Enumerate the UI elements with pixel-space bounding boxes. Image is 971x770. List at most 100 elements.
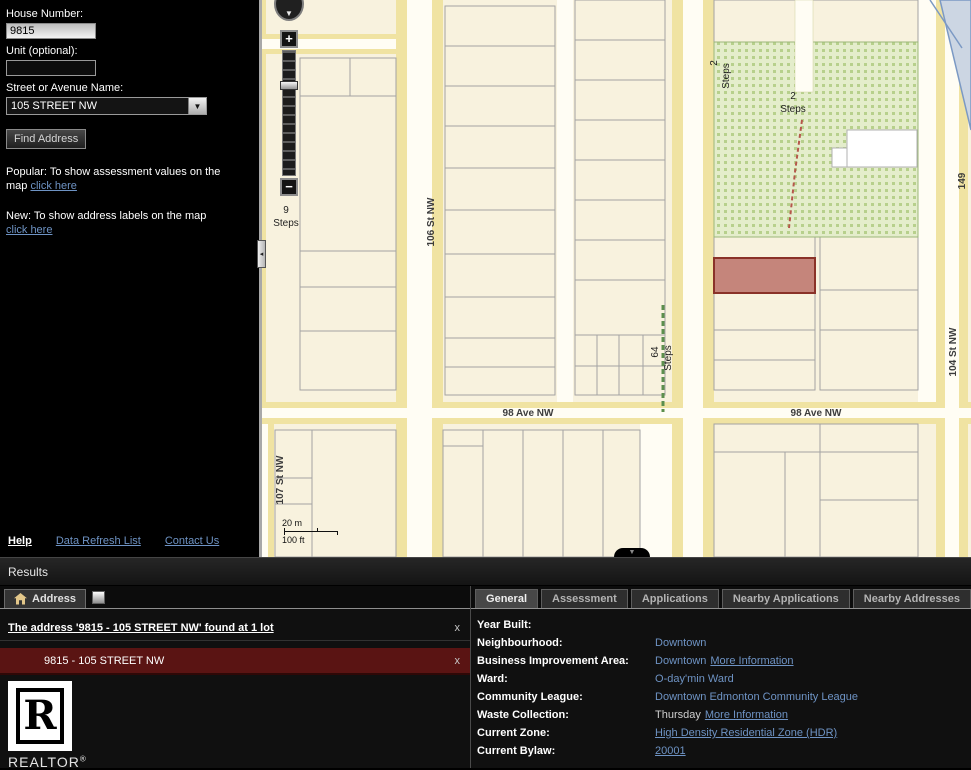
steps-label-64-word: Steps — [663, 345, 674, 371]
found-message: The address '9815 - 105 STREET NW' found… — [8, 622, 274, 634]
top-section: House Number: Unit (optional): Street or… — [0, 0, 971, 557]
address-result-text: 9815 - 105 STREET NW — [44, 655, 164, 667]
registered-mark: ® — [80, 754, 87, 763]
map-canvas[interactable]: 98 Ave NW 98 Ave NW 106 St NW 107 St NW … — [262, 0, 971, 557]
street-label-107st: 107 St NW — [275, 455, 286, 504]
steps-label-2a-word: Steps — [721, 63, 732, 89]
park-path — [795, 0, 813, 92]
zoom-slider[interactable] — [282, 50, 296, 176]
community-league-label: Community League: — [477, 691, 655, 703]
street-label-149: 149 — [957, 172, 968, 189]
close-address-button[interactable]: x — [455, 655, 461, 667]
results-panel: Results Address The address '9815 - 105 … — [0, 557, 971, 768]
results-header: Results — [0, 558, 971, 586]
unit-label: Unit (optional): — [6, 45, 253, 57]
zoom-in-button[interactable]: + — [280, 30, 298, 48]
detail-row-neighbourhood: Neighbourhood: Downtown — [477, 634, 971, 652]
steps-label-64-num: 64 — [650, 346, 661, 358]
scale-feet-label: 100 ft — [282, 535, 338, 545]
tab-nearby-applications[interactable]: Nearby Applications — [722, 589, 850, 608]
tab-applications[interactable]: Applications — [631, 589, 719, 608]
pan-down-icon[interactable]: ▼ — [276, 9, 302, 18]
new-note: New: To show address labels on the map c… — [6, 209, 218, 237]
detail-row-bia: Business Improvement Area: Downtown More … — [477, 652, 971, 670]
ward-label: Ward: — [477, 673, 655, 685]
search-sidebar: House Number: Unit (optional): Street or… — [0, 0, 262, 557]
street-label-98ave-left: 98 Ave NW — [503, 408, 555, 419]
address-result-row[interactable]: 9815 - 105 STREET NW x — [0, 648, 470, 675]
steps-label-9-num: 9 — [283, 205, 289, 216]
current-bylaw-label: Current Bylaw: — [477, 745, 655, 757]
current-zone-link[interactable]: High Density Residential Zone (HDR) — [655, 727, 837, 739]
results-title: Results — [8, 565, 48, 579]
ward-link[interactable]: O-day'min Ward — [655, 673, 734, 685]
year-built-label: Year Built: — [477, 619, 655, 631]
new-note-text: New: To show address labels on the map — [6, 210, 206, 222]
found-message-row: The address '9815 - 105 STREET NW' found… — [0, 615, 470, 641]
chevron-down-icon[interactable]: ▼ — [188, 98, 206, 114]
collapse-down-icon: ▼ — [629, 549, 636, 556]
neighbourhood-label: Neighbourhood: — [477, 637, 655, 649]
scale-metres-label: 20 m — [282, 518, 338, 528]
unit-input[interactable] — [6, 60, 96, 76]
close-found-button[interactable]: x — [455, 622, 461, 634]
realtor-branding: R REALTOR® — [8, 681, 470, 770]
tab-assessment[interactable]: Assessment — [541, 589, 628, 608]
results-collapse-tab[interactable]: ▼ — [614, 548, 650, 557]
collapse-left-icon: ◂ — [260, 250, 264, 258]
selected-parcel[interactable] — [714, 258, 815, 293]
street-label-98ave-right: 98 Ave NW — [791, 408, 843, 419]
steps-label-2a-num: 2 — [709, 60, 720, 66]
address-tabstrip: Address — [0, 586, 470, 609]
sidebar-collapse-handle[interactable]: ◂ — [257, 240, 266, 268]
data-refresh-list-link[interactable]: Data Refresh List — [56, 535, 141, 547]
house-icon — [14, 593, 27, 605]
contact-us-link[interactable]: Contact Us — [165, 535, 219, 547]
detail-row-community-league: Community League: Downtown Edmonton Comm… — [477, 688, 971, 706]
detail-row-year-built: Year Built: — [477, 616, 971, 634]
bia-more-information-link[interactable]: More Information — [710, 655, 793, 667]
sidebar-footer: Help Data Refresh List Contact Us — [8, 535, 219, 547]
bia-value-link[interactable]: Downtown — [655, 655, 706, 667]
waste-collection-day: Thursday — [655, 709, 701, 721]
map-container: 98 Ave NW 98 Ave NW 106 St NW 107 St NW … — [262, 0, 971, 557]
street-label-104st: 104 St NW — [948, 327, 959, 376]
waste-more-information-link[interactable]: More Information — [705, 709, 788, 721]
help-link[interactable]: Help — [8, 535, 32, 547]
steps-label-2b-num: 2 — [790, 91, 796, 102]
steps-label-2b-word: Steps — [780, 104, 806, 115]
neighbourhood-link[interactable]: Downtown — [655, 637, 706, 649]
community-league-link[interactable]: Downtown Edmonton Community League — [655, 691, 858, 703]
house-number-label: House Number: — [6, 8, 253, 20]
street-label-106st: 106 St NW — [426, 197, 437, 246]
street-select-value: 105 STREET NW — [11, 100, 97, 112]
current-zone-label: Current Zone: — [477, 727, 655, 739]
street-label: Street or Avenue Name: — [6, 82, 253, 94]
house-number-input[interactable] — [6, 23, 96, 39]
street-select[interactable]: 105 STREET NW ▼ — [6, 97, 207, 115]
tab-nearby-addresses[interactable]: Nearby Addresses — [853, 589, 971, 608]
tab-address[interactable]: Address — [4, 589, 86, 608]
zoom-slider-handle[interactable] — [280, 81, 298, 90]
pan-control[interactable]: ▲ ▼ — [274, 0, 304, 21]
find-address-button[interactable]: Find Address — [6, 129, 86, 149]
bia-label: Business Improvement Area: — [477, 655, 655, 667]
map-controls: ▲ ▼ + − — [274, 0, 304, 196]
building-footprint-small — [832, 148, 847, 167]
tab-general[interactable]: General — [475, 589, 538, 608]
popular-click-here-link[interactable]: click here — [30, 180, 76, 192]
tab-address-label: Address — [32, 593, 76, 605]
detail-row-current-zone: Current Zone: High Density Residential Z… — [477, 724, 971, 742]
waste-collection-label: Waste Collection: — [477, 709, 655, 721]
detail-row-current-bylaw: Current Bylaw: 20001 — [477, 742, 971, 760]
zoom-out-button[interactable]: − — [280, 178, 298, 196]
current-bylaw-link[interactable]: 20001 — [655, 745, 686, 757]
property-details-pane: General Assessment Applications Nearby A… — [471, 586, 971, 768]
realtor-logo: R — [8, 681, 72, 751]
new-click-here-link[interactable]: click here — [6, 224, 52, 236]
details-list: Year Built: Neighbourhood: Downtown Busi… — [471, 609, 971, 760]
popular-note: Popular: To show assessment values on th… — [6, 165, 244, 193]
address-results-pane: Address The address '9815 - 105 STREET N… — [0, 586, 471, 768]
map-scale-bar: 20 m 100 ft — [282, 518, 338, 545]
note-icon[interactable] — [92, 591, 105, 604]
